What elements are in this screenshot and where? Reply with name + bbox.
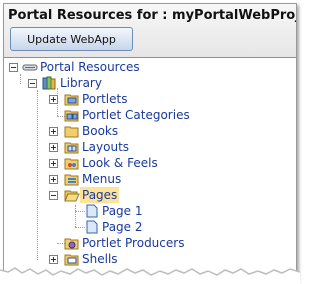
tree-node-label: Pages [80, 187, 120, 203]
tree-node-layouts[interactable]: Layouts [64, 139, 131, 155]
tree-node-library[interactable]: Library [42, 75, 104, 91]
tree-node-page-2[interactable]: Page 2 [84, 219, 145, 235]
expand-toggle[interactable] [49, 143, 58, 152]
database-icon [22, 64, 38, 71]
tree-node-label: Portlet Producers [82, 236, 185, 250]
portlet-categories-icon [64, 110, 79, 122]
page-icon [86, 204, 98, 218]
tree-node-books[interactable]: Books [64, 123, 120, 139]
tree-line [37, 90, 38, 260]
tree-node-portal-resources[interactable]: Portal Resources [22, 59, 142, 75]
tree-node-portlet-categories[interactable]: Portlet Categories [64, 107, 192, 123]
tree-node-portlet-producers[interactable]: Portlet Producers [64, 235, 186, 251]
pages-folder-open-icon [64, 190, 80, 202]
tree-node-portlets[interactable]: Portlets [64, 91, 129, 107]
page-icon [86, 220, 98, 234]
tree-node-label: Layouts [82, 140, 130, 154]
tree-node-label: Page 1 [102, 204, 143, 218]
tree-node-pages[interactable]: Pages [64, 187, 120, 203]
tree-node-label: Menus [82, 172, 122, 186]
books-folder-icon [64, 126, 79, 138]
expand-toggle[interactable] [49, 159, 58, 168]
tree-node-label: Portal Resources [40, 60, 140, 74]
expand-toggle[interactable] [49, 95, 58, 104]
expand-toggle[interactable] [49, 127, 58, 136]
tree-node-label: Library [60, 76, 102, 90]
portlets-folder-icon [64, 94, 79, 106]
tree-node-label: Books [82, 124, 119, 138]
tree-node-label: Portlets [82, 92, 128, 106]
tree-line [20, 74, 21, 84]
library-icon [42, 76, 56, 90]
tree-node-look-feels[interactable]: Look & Feels [64, 155, 160, 171]
tree-node-label: Portlet Categories [82, 108, 190, 122]
look-feels-folder-icon [64, 158, 79, 170]
layouts-folder-icon [64, 142, 79, 154]
tree-line [75, 205, 76, 227]
tree-node-label: Page 2 [102, 220, 143, 234]
expand-toggle[interactable] [49, 175, 58, 184]
torn-edge [0, 267, 300, 284]
resource-tree: Portal Resources Library Portlets Portle… [0, 0, 300, 284]
collapse-toggle[interactable] [49, 191, 58, 200]
tree-node-page-1[interactable]: Page 1 [84, 203, 145, 219]
collapse-toggle[interactable] [9, 63, 18, 72]
portlet-producers-icon [64, 238, 79, 250]
collapse-toggle[interactable] [28, 79, 37, 88]
menus-folder-icon [64, 174, 79, 186]
tree-node-label: Look & Feels [82, 156, 158, 170]
tree-node-menus[interactable]: Menus [64, 171, 123, 187]
